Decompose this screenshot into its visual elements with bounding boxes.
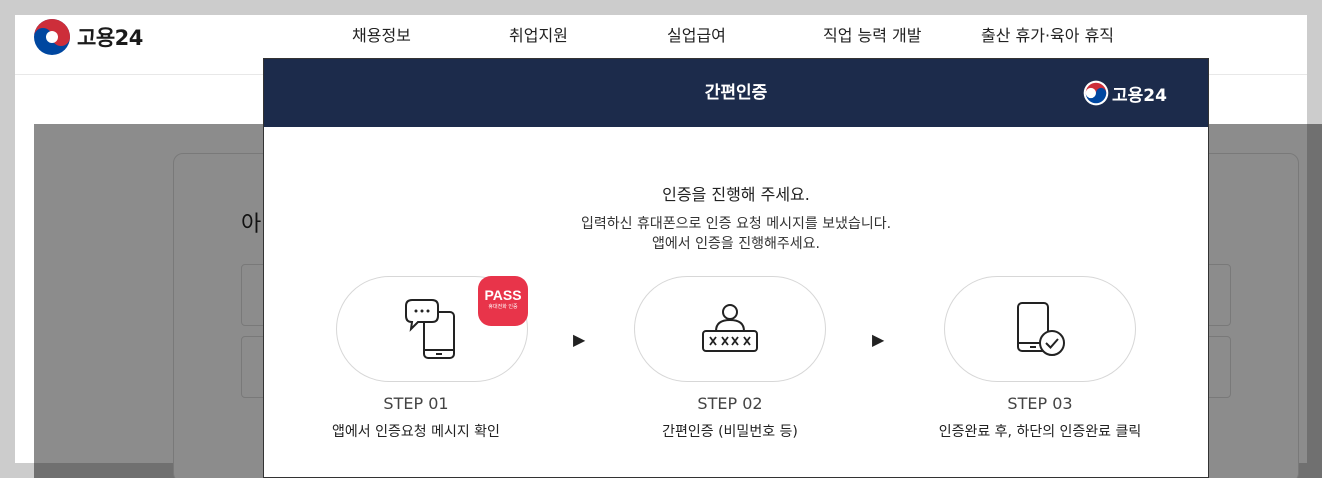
step-01-label: STEP 01 <box>383 394 449 413</box>
site-logo[interactable]: 고용24 <box>33 18 143 56</box>
step-02-card <box>634 276 826 382</box>
taegeuk-logo-icon <box>34 19 70 55</box>
modal-logo-text: 고용24 <box>1112 85 1167 106</box>
auth-lead-text: 인증을 진행해 주세요. <box>662 185 810 204</box>
phone-message-icon <box>405 299 455 359</box>
pass-app-badge: PASS 휴대전화 인증 <box>478 276 528 326</box>
step-03-label: STEP 03 <box>1007 394 1073 413</box>
modal-header: 간편인증 고용24 <box>264 59 1208 127</box>
nav-item-job-skills[interactable]: 직업 능력 개발 <box>823 22 922 46</box>
modal-title: 간편인증 <box>704 83 768 103</box>
step-02-desc: 간편인증 (비밀번호 등) <box>662 424 798 440</box>
nav-item-parental-leave[interactable]: 출산 휴가·육아 휴직 <box>981 22 1114 46</box>
step-01-desc: 앱에서 인증요청 메시지 확인 <box>332 424 500 440</box>
user-password-icon <box>702 304 758 352</box>
phone-check-icon <box>1017 302 1065 356</box>
pass-badge-title: PASS <box>484 287 522 303</box>
nav-item-jobs[interactable]: 채용정보 <box>352 22 411 46</box>
modal-logo: 고용24 <box>1083 80 1167 106</box>
simple-auth-modal: 간편인증 고용24 인증을 진행해 주세요. 입력하신 휴대폰으로 인증 요청 … <box>263 58 1209 478</box>
step-arrow-icon: ▶ <box>573 330 586 349</box>
auth-sub-text-2: 앱에서 인증을 진행해주세요. <box>652 236 820 252</box>
step-02-label: STEP 02 <box>697 394 763 413</box>
site-logo-text: 고용24 <box>77 26 143 50</box>
pass-badge-subtitle: 휴대전화 인증 <box>488 304 518 310</box>
nav-item-employment-support[interactable]: 취업지원 <box>509 22 568 46</box>
taegeuk-logo-icon <box>1083 80 1109 106</box>
step-03-card <box>944 276 1136 382</box>
auth-sub-text-1: 입력하신 휴대폰으로 인증 요청 메시지를 보냈습니다. <box>580 216 892 232</box>
step-03-desc: 인증완료 후, 하단의 인증완료 클릭 <box>938 424 1142 440</box>
nav-item-unemployment-benefit[interactable]: 실업급여 <box>667 22 726 46</box>
step-arrow-icon: ▶ <box>872 330 885 349</box>
